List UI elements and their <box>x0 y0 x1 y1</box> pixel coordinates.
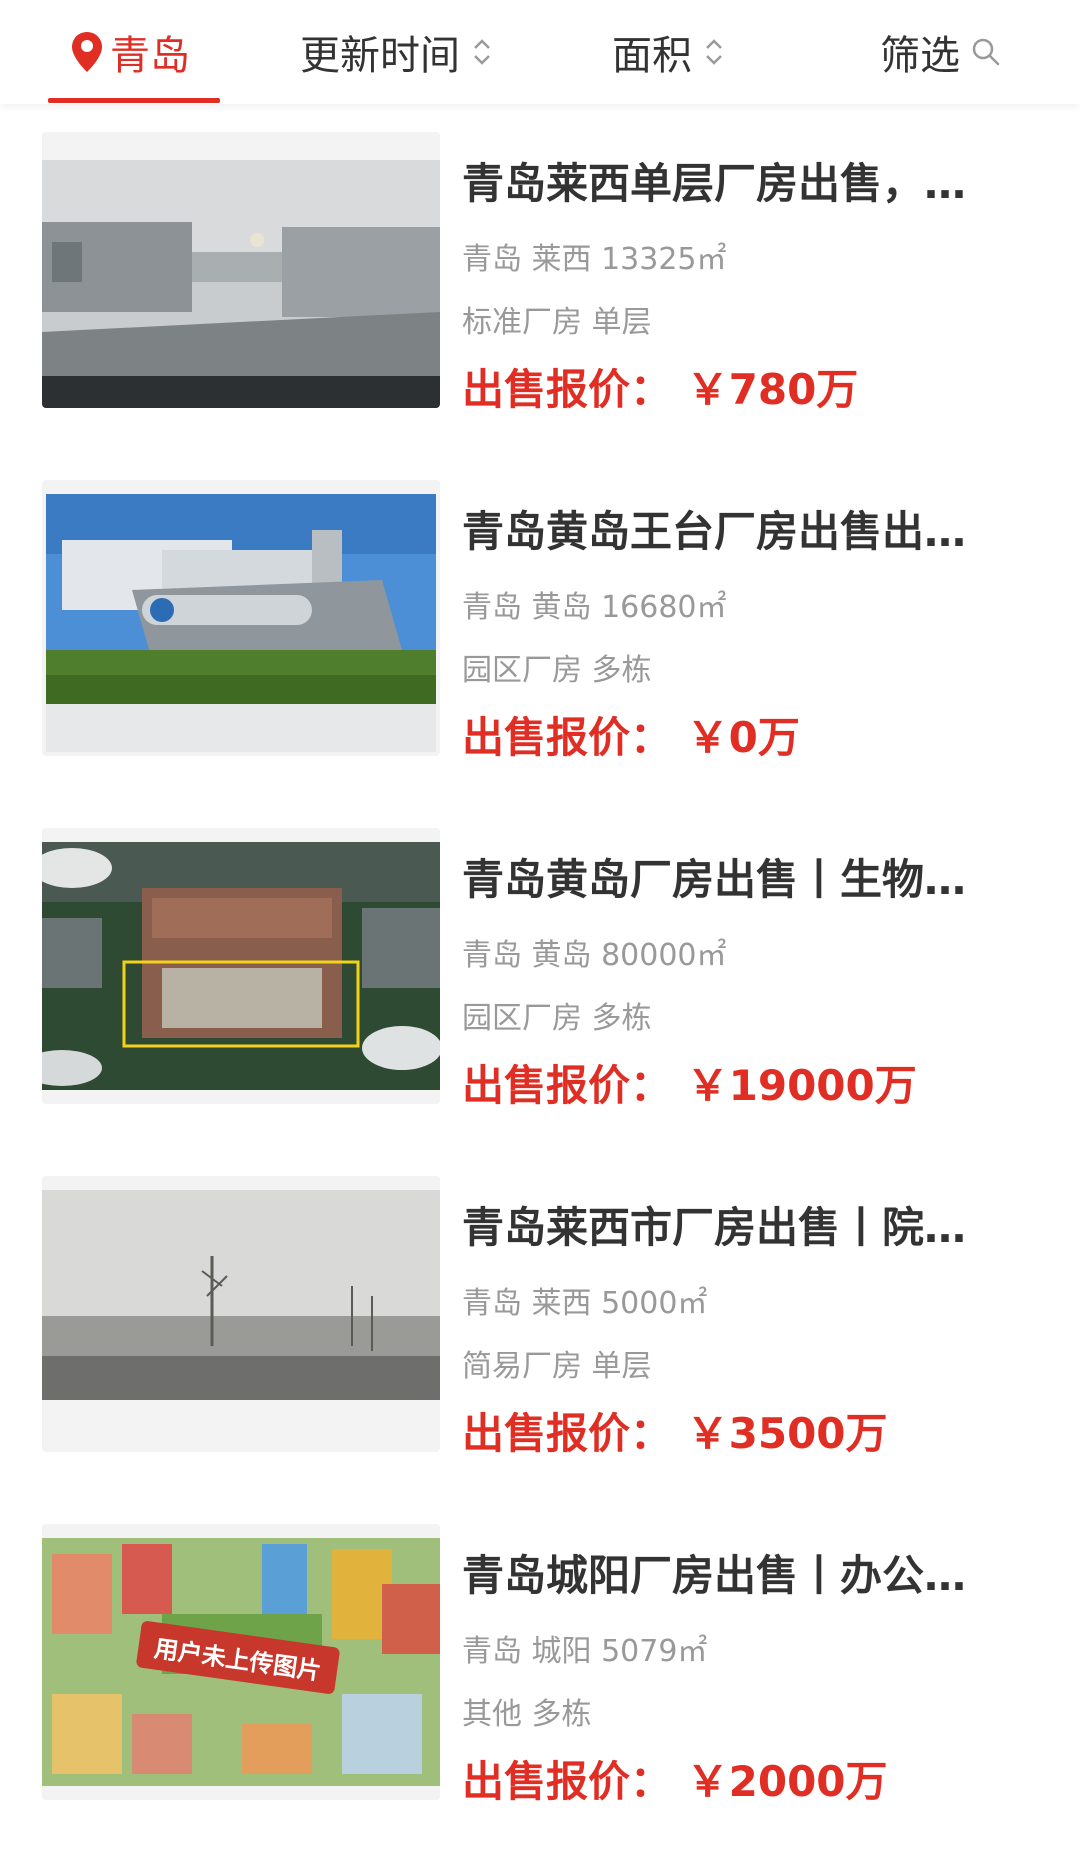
filter-button[interactable]: 筛选 <box>880 0 1002 104</box>
listing-location-area: 青岛 莱西 13325㎡ <box>462 242 727 277</box>
listing-price: 出售报价： ￥3500万 <box>462 1400 888 1461</box>
listing-card[interactable]: 用户未上传图片 青岛城阳厂房出售丨办公… 青岛 城阳 5079㎡ 其他 多栋 出… <box>0 1496 1080 1844</box>
price-label: 出售报价： <box>462 1409 673 1458</box>
city-label: 青岛 <box>110 33 190 79</box>
sort-toggle-icon <box>474 39 490 65</box>
price-label: 出售报价： <box>462 1061 673 1110</box>
sort-area-label: 面积 <box>612 33 692 79</box>
listing-price: 出售报价： ￥19000万 <box>462 1052 917 1113</box>
listing-location-area: 青岛 黄岛 80000㎡ <box>462 938 727 973</box>
price-label: 出售报价： <box>462 713 673 762</box>
listing-type: 园区厂房 多栋 <box>462 653 652 688</box>
city-selector[interactable]: 青岛 <box>70 0 190 104</box>
price-value: ￥0万 <box>686 713 800 762</box>
listing-photo <box>42 132 440 408</box>
sort-by-update-time[interactable]: 更新时间 <box>300 0 494 104</box>
filter-label: 筛选 <box>880 33 960 79</box>
listing-title: 青岛莱西单层厂房出售，… <box>462 159 967 208</box>
listing-price: 出售报价： ￥0万 <box>462 704 800 765</box>
listing-photo <box>42 828 440 1104</box>
price-value: ￥19000万 <box>686 1061 917 1110</box>
listing-price: 出售报价： ￥2000万 <box>462 1748 888 1809</box>
listing-card[interactable]: 青岛莱西单层厂房出售，… 青岛 莱西 13325㎡ 标准厂房 单层 出售报价： … <box>0 104 1080 452</box>
location-pin-icon <box>72 32 102 72</box>
active-tab-indicator <box>48 98 220 103</box>
listing-type: 简易厂房 单层 <box>462 1349 652 1384</box>
price-label: 出售报价： <box>462 365 673 414</box>
sort-by-area[interactable]: 面积 <box>612 0 726 104</box>
listing-type: 园区厂房 多栋 <box>462 1001 652 1036</box>
listing-type: 标准厂房 单层 <box>462 305 652 340</box>
listing-photo: 用户未上传图片 <box>42 1524 440 1800</box>
listing-location-area: 青岛 莱西 5000㎡ <box>462 1286 708 1321</box>
listing-card[interactable]: 青岛黄岛厂房出售丨生物… 青岛 黄岛 80000㎡ 园区厂房 多栋 出售报价： … <box>0 800 1080 1148</box>
listing-type: 其他 多栋 <box>462 1697 592 1732</box>
price-value: ￥780万 <box>686 365 859 414</box>
sort-update-label: 更新时间 <box>300 33 460 79</box>
listing-location-area: 青岛 黄岛 16680㎡ <box>462 590 727 625</box>
listing-card[interactable]: 青岛黄岛王台厂房出售出… 青岛 黄岛 16680㎡ 园区厂房 多栋 出售报价： … <box>0 452 1080 800</box>
price-value: ￥3500万 <box>686 1409 888 1458</box>
search-icon <box>972 38 1000 66</box>
listing-title: 青岛黄岛王台厂房出售出… <box>462 507 967 556</box>
listing-card[interactable]: 青岛莱西市厂房出售丨院… 青岛 莱西 5000㎡ 简易厂房 单层 出售报价： ￥… <box>0 1148 1080 1496</box>
sort-toggle-icon <box>706 39 722 65</box>
listing-photo <box>42 480 440 756</box>
listing-location-area: 青岛 城阳 5079㎡ <box>462 1634 708 1669</box>
price-label: 出售报价： <box>462 1757 673 1806</box>
listing-title: 青岛黄岛厂房出售丨生物… <box>462 855 967 904</box>
listing-photo <box>42 1176 440 1452</box>
filter-bar: 青岛 更新时间 面积 筛选 <box>0 0 1080 104</box>
listing-title: 青岛城阳厂房出售丨办公… <box>462 1551 967 1600</box>
price-value: ￥2000万 <box>686 1757 888 1806</box>
listing-price: 出售报价： ￥780万 <box>462 356 858 417</box>
listing-title: 青岛莱西市厂房出售丨院… <box>462 1203 967 1252</box>
